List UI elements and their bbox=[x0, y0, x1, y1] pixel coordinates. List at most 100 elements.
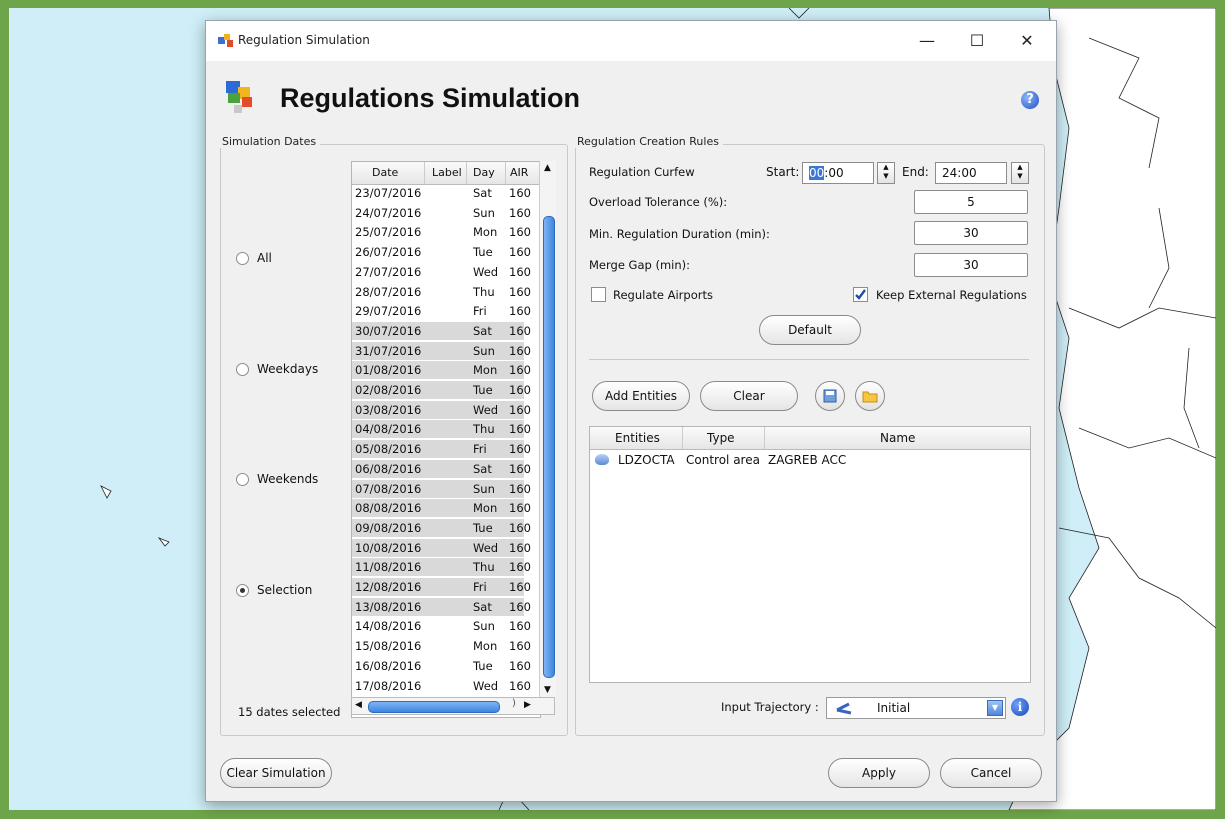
table-row[interactable]: 23/07/2016 Sat 160 bbox=[352, 184, 531, 202]
table-row[interactable]: 14/08/2016 Sun 160 bbox=[352, 617, 531, 635]
air-cell: 160 bbox=[509, 520, 531, 535]
scroll-gap-mark: ) bbox=[512, 698, 516, 709]
table-row[interactable]: 29/07/2016 Fri 160 bbox=[352, 302, 531, 320]
table-row[interactable]: 01/08/2016 Mon 160 bbox=[352, 361, 531, 380]
trajectory-icon bbox=[836, 702, 852, 715]
air-cell: 160 bbox=[509, 658, 531, 673]
scroll-up-icon[interactable]: ▲ bbox=[544, 163, 551, 173]
air-cell: 160 bbox=[509, 461, 531, 476]
table-row[interactable]: 30/07/2016 Sat 160 bbox=[352, 321, 531, 340]
table-row[interactable]: 02/08/2016 Tue 160 bbox=[352, 381, 531, 399]
table-row[interactable]: 06/08/2016 Sat 160 bbox=[352, 459, 531, 478]
input-trajectory-select[interactable]: Initial ▼ bbox=[826, 697, 1006, 719]
checkmark-icon bbox=[855, 289, 866, 300]
table-row[interactable]: 11/08/2016 Thu 160 bbox=[352, 558, 531, 577]
radio-selection[interactable]: Selection bbox=[236, 583, 312, 597]
entities-table[interactable]: Entities Type Name LDZOCTA Control area … bbox=[589, 426, 1031, 683]
air-cell: 160 bbox=[509, 186, 531, 200]
day-cell: Sat bbox=[473, 461, 492, 476]
table-row[interactable]: 09/08/2016 Tue 160 bbox=[352, 518, 531, 537]
column-header-type[interactable]: Type bbox=[707, 431, 735, 445]
horizontal-scroll-thumb[interactable] bbox=[368, 701, 500, 713]
min-duration-label: Min. Regulation Duration (min): bbox=[589, 227, 770, 241]
table-row[interactable]: 26/07/2016 Tue 160 bbox=[352, 243, 531, 261]
table-row[interactable]: 24/07/2016 Sun 160 bbox=[352, 204, 531, 222]
dates-table[interactable]: Date Label Day AIR 23/07/2016 Sat 160 24/07… bbox=[351, 161, 541, 718]
scroll-down-icon[interactable]: ▼ bbox=[544, 685, 551, 695]
clear-entities-button[interactable]: Clear bbox=[700, 381, 798, 411]
start-label: Start: bbox=[766, 165, 800, 179]
date-cell: 06/08/2016 bbox=[355, 461, 422, 476]
merge-gap-input[interactable]: 30 bbox=[914, 253, 1028, 277]
table-row[interactable]: 04/08/2016 Thu 160 bbox=[352, 420, 531, 439]
table-row[interactable]: 31/07/2016 Sun 160 bbox=[352, 341, 531, 360]
table-row[interactable]: 25/07/2016 Mon 160 bbox=[352, 223, 531, 241]
radio-all-dot[interactable] bbox=[236, 251, 249, 265]
min-duration-input[interactable]: 30 bbox=[914, 221, 1028, 245]
table-row[interactable]: 27/07/2016 Wed 160 bbox=[352, 263, 531, 281]
save-entities-button[interactable] bbox=[815, 381, 845, 411]
day-cell: Wed bbox=[473, 678, 499, 693]
radio-weekends-dot[interactable] bbox=[236, 472, 249, 486]
dates-vertical-scrollbar[interactable]: ▲ ▼ bbox=[539, 161, 556, 701]
table-row[interactable]: 10/08/2016 Wed 160 bbox=[352, 538, 531, 557]
folder-icon bbox=[862, 391, 878, 403]
table-row[interactable]: 08/08/2016 Mon 160 bbox=[352, 499, 531, 518]
regulate-airports-checkbox[interactable] bbox=[591, 287, 606, 302]
radio-weekdays[interactable]: Weekdays bbox=[236, 362, 318, 376]
column-header-entities[interactable]: Entities bbox=[615, 431, 660, 445]
table-row[interactable]: 12/08/2016 Fri 160 bbox=[352, 578, 531, 596]
column-header-name[interactable]: Name bbox=[880, 431, 915, 445]
clear-simulation-button[interactable]: Clear Simulation bbox=[220, 758, 332, 788]
overload-tolerance-label: Overload Tolerance (%): bbox=[589, 195, 728, 209]
table-row[interactable]: 17/08/2016 Wed 160 bbox=[352, 677, 531, 695]
start-hour-selected: 00 bbox=[809, 166, 825, 180]
air-cell: 160 bbox=[509, 678, 531, 693]
cancel-button[interactable]: Cancel bbox=[940, 758, 1042, 788]
table-row[interactable]: 16/08/2016 Tue 160 bbox=[352, 657, 531, 675]
table-row[interactable]: 15/08/2016 Mon 160 bbox=[352, 637, 531, 655]
end-time-spinner[interactable]: ▲ ▼ bbox=[1011, 162, 1029, 184]
table-row[interactable]: 07/08/2016 Sun 160 bbox=[352, 479, 531, 498]
radio-weekends[interactable]: Weekends bbox=[236, 472, 318, 486]
keep-external-checkbox[interactable] bbox=[853, 287, 868, 302]
radio-weekdays-label: Weekdays bbox=[257, 362, 319, 376]
radio-all[interactable]: All bbox=[236, 251, 272, 265]
info-icon[interactable]: i bbox=[1011, 698, 1029, 716]
end-time-field[interactable]: 24:00 bbox=[935, 162, 1007, 184]
radio-weekdays-dot[interactable] bbox=[236, 362, 249, 376]
vertical-scroll-thumb[interactable] bbox=[543, 216, 555, 678]
minimize-button[interactable]: — bbox=[904, 27, 950, 55]
default-button[interactable]: Default bbox=[759, 315, 861, 345]
add-entities-button[interactable]: Add Entities bbox=[592, 381, 690, 411]
table-row[interactable]: 28/07/2016 Thu 160 bbox=[352, 283, 531, 301]
start-time-field[interactable]: 00:00 bbox=[802, 162, 874, 184]
column-header-date[interactable]: Date bbox=[372, 166, 398, 179]
scroll-right-icon[interactable]: ▶ bbox=[524, 700, 531, 710]
date-cell: 11/08/2016 bbox=[355, 560, 422, 575]
day-cell: Fri bbox=[473, 304, 487, 319]
day-cell: Wed bbox=[473, 402, 499, 417]
scroll-left-icon[interactable]: ◀ bbox=[355, 700, 362, 710]
radio-selection-dot[interactable] bbox=[236, 583, 249, 597]
column-header-day[interactable]: Day bbox=[473, 166, 495, 179]
app-logo-icon bbox=[226, 81, 252, 113]
apply-button[interactable]: Apply bbox=[828, 758, 930, 788]
help-icon[interactable]: ? bbox=[1021, 91, 1039, 109]
open-entities-button[interactable] bbox=[855, 381, 885, 411]
table-row[interactable]: 03/08/2016 Wed 160 bbox=[352, 400, 531, 419]
date-cell: 04/08/2016 bbox=[355, 422, 422, 437]
table-row[interactable]: 13/08/2016 Sat 160 bbox=[352, 597, 531, 616]
column-header-air[interactable]: AIR bbox=[510, 166, 528, 179]
maximize-button[interactable]: ☐ bbox=[954, 27, 1000, 55]
start-time-spinner[interactable]: ▲ ▼ bbox=[877, 162, 895, 184]
dates-horizontal-scrollbar[interactable]: ◀ ) ▶ bbox=[351, 697, 555, 715]
chevron-down-icon[interactable]: ▼ bbox=[987, 700, 1003, 716]
table-row[interactable]: 05/08/2016 Fri 160 bbox=[352, 440, 531, 459]
overload-tolerance-input[interactable]: 5 bbox=[914, 190, 1028, 214]
date-cell: 26/07/2016 bbox=[355, 245, 422, 260]
table-row[interactable]: LDZOCTA Control area ZAGREB ACC bbox=[590, 451, 1030, 469]
day-cell: Wed bbox=[473, 540, 499, 555]
close-button[interactable]: ✕ bbox=[1004, 27, 1050, 55]
column-header-label[interactable]: Label bbox=[432, 166, 462, 179]
